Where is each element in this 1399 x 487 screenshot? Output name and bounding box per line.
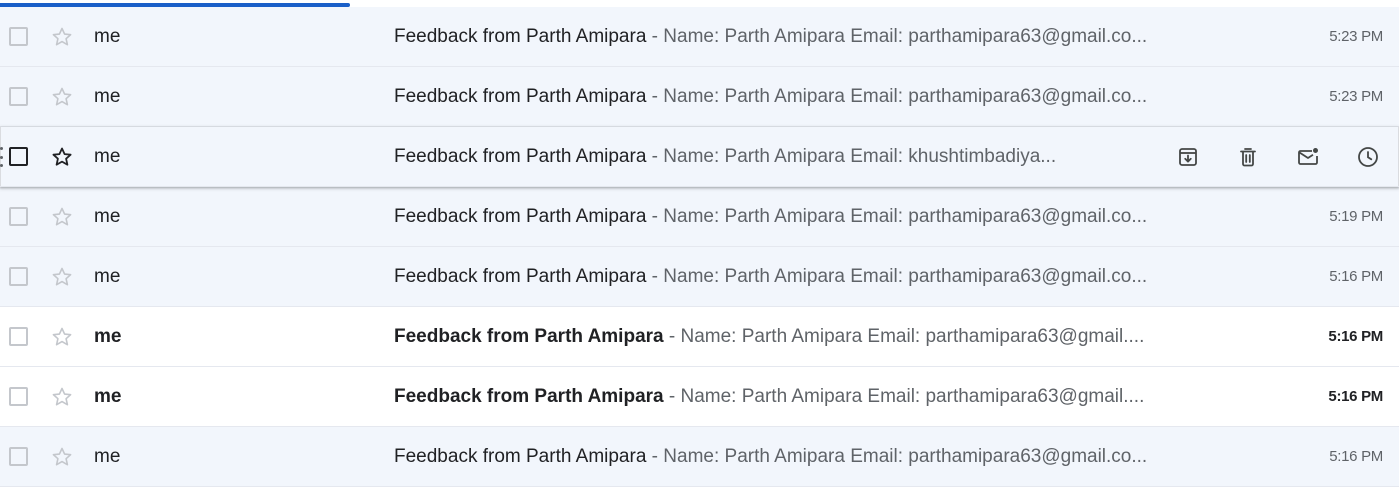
email-content: Feedback from Parth Amipara - Name: Part… xyxy=(394,206,1236,228)
sender-name: me xyxy=(94,325,122,347)
email-subject: Feedback from Parth Amipara xyxy=(394,325,664,347)
email-time: 5:23 PM xyxy=(1329,28,1383,45)
email-snippet: Name: Parth Amipara Email: parthamipara6… xyxy=(680,325,1145,347)
subject-separator: - xyxy=(646,25,664,47)
sender-name: me xyxy=(94,145,121,167)
select-checkbox[interactable] xyxy=(9,27,28,46)
star-icon[interactable] xyxy=(50,445,74,469)
email-row-unread[interactable]: me Feedback from Parth Amipara - Name: P… xyxy=(0,367,1399,427)
email-row[interactable]: me Feedback from Parth Amipara - Name: P… xyxy=(0,187,1399,247)
email-time: 5:23 PM xyxy=(1329,88,1383,105)
snooze-icon xyxy=(1358,146,1378,167)
sender-name: me xyxy=(94,265,121,287)
email-subject: Feedback from Parth Amipara xyxy=(394,145,647,167)
star-icon[interactable] xyxy=(50,205,74,229)
email-time: 5:16 PM xyxy=(1328,388,1383,405)
email-snippet: Name: Parth Amipara Email: parthamipara6… xyxy=(663,25,1148,47)
snooze-button[interactable] xyxy=(1348,137,1388,177)
delete-button[interactable] xyxy=(1228,137,1268,177)
sender-name: me xyxy=(94,25,121,47)
email-content: Feedback from Parth Amipara - Name: Part… xyxy=(394,266,1236,288)
email-content: Feedback from Parth Amipara - Name: Part… xyxy=(394,86,1236,108)
delete-icon xyxy=(1240,147,1256,166)
star-icon[interactable] xyxy=(50,265,74,289)
email-snippet: Name: Parth Amipara Email: parthamipara6… xyxy=(663,205,1148,227)
email-content: Feedback from Parth Amipara - Name: Part… xyxy=(394,146,1154,168)
hover-actions xyxy=(1168,137,1388,177)
archive-button[interactable] xyxy=(1168,137,1208,177)
sender-name: me xyxy=(94,85,121,107)
subject-separator: - xyxy=(646,145,664,167)
email-snippet: Name: Parth Amipara Email: parthamipara6… xyxy=(663,85,1148,107)
email-content: Feedback from Parth Amipara - Name: Part… xyxy=(394,26,1236,48)
star-icon[interactable] xyxy=(50,325,74,349)
email-content: Feedback from Parth Amipara - Name: Part… xyxy=(394,446,1236,468)
subject-separator: - xyxy=(646,445,664,467)
select-checkbox[interactable] xyxy=(9,147,28,166)
mark-as-unread-icon xyxy=(1298,147,1318,165)
star-icon[interactable] xyxy=(50,385,74,409)
email-subject: Feedback from Parth Amipara xyxy=(394,445,647,467)
select-checkbox[interactable] xyxy=(9,327,28,346)
email-subject: Feedback from Parth Amipara xyxy=(394,85,647,107)
email-content: Feedback from Parth Amipara - Name: Part… xyxy=(394,326,1236,348)
email-time: 5:16 PM xyxy=(1328,328,1383,345)
archive-icon xyxy=(1179,147,1197,166)
sender-name: me xyxy=(94,385,122,407)
email-time: 5:16 PM xyxy=(1329,268,1383,285)
star-icon[interactable] xyxy=(50,145,74,169)
email-row[interactable]: me Feedback from Parth Amipara - Name: P… xyxy=(0,7,1399,67)
email-subject: Feedback from Parth Amipara xyxy=(394,205,647,227)
select-checkbox[interactable] xyxy=(9,387,28,406)
email-row[interactable]: me Feedback from Parth Amipara - Name: P… xyxy=(0,247,1399,307)
email-subject: Feedback from Parth Amipara xyxy=(394,385,664,407)
select-checkbox[interactable] xyxy=(9,447,28,466)
loading-progress-bar xyxy=(0,0,1399,7)
subject-separator: - xyxy=(646,85,664,107)
email-subject: Feedback from Parth Amipara xyxy=(394,25,647,47)
subject-separator: - xyxy=(646,205,664,227)
email-subject: Feedback from Parth Amipara xyxy=(394,265,647,287)
sender-name: me xyxy=(94,205,121,227)
sender-name: me xyxy=(94,445,121,467)
email-content: Feedback from Parth Amipara - Name: Part… xyxy=(394,386,1236,408)
subject-separator: - xyxy=(646,265,664,287)
subject-separator: - xyxy=(663,385,681,407)
email-row[interactable]: me Feedback from Parth Amipara - Name: P… xyxy=(0,427,1399,487)
email-snippet: Name: Parth Amipara Email: parthamipara6… xyxy=(663,445,1148,467)
select-checkbox[interactable] xyxy=(9,87,28,106)
email-snippet: Name: Parth Amipara Email: parthamipara6… xyxy=(663,265,1148,287)
email-snippet: Name: Parth Amipara Email: khushtimbadiy… xyxy=(663,145,1057,167)
mark-as-unread-button[interactable] xyxy=(1288,137,1328,177)
email-row-unread[interactable]: me Feedback from Parth Amipara - Name: P… xyxy=(0,307,1399,367)
email-row-hovered[interactable]: me Feedback from Parth Amipara - Name: P… xyxy=(0,127,1399,187)
select-checkbox[interactable] xyxy=(9,207,28,226)
subject-separator: - xyxy=(663,325,681,347)
star-icon[interactable] xyxy=(50,85,74,109)
select-checkbox[interactable] xyxy=(9,267,28,286)
drag-handle-icon[interactable] xyxy=(0,147,4,167)
email-list: me Feedback from Parth Amipara - Name: P… xyxy=(0,7,1399,487)
star-icon[interactable] xyxy=(50,25,74,49)
email-snippet: Name: Parth Amipara Email: parthamipara6… xyxy=(680,385,1145,407)
email-time: 5:19 PM xyxy=(1329,208,1383,225)
email-row[interactable]: me Feedback from Parth Amipara - Name: P… xyxy=(0,67,1399,127)
email-time: 5:16 PM xyxy=(1329,448,1383,465)
